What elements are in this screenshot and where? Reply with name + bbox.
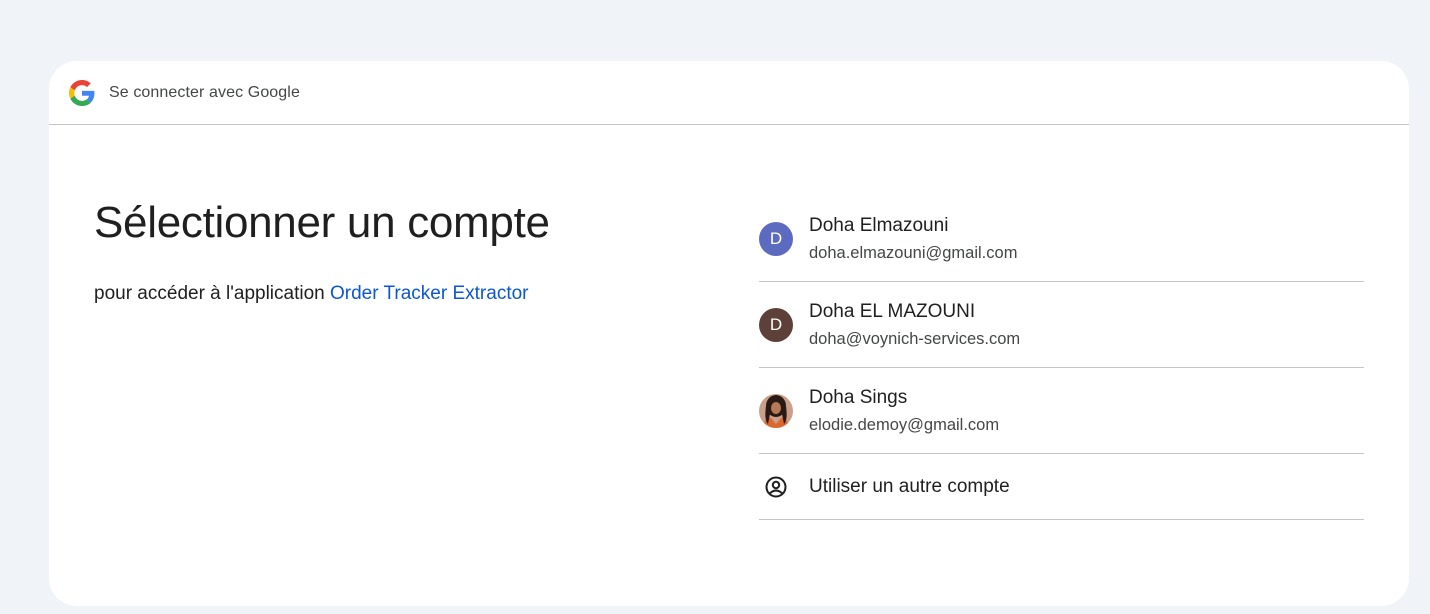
avatar-photo [759,393,793,428]
account-item[interactable]: Doha Sings elodie.demoy@gmail.com [759,368,1364,454]
account-name: Doha EL MAZOUNI [809,301,976,322]
account-text: Utiliser un autre compte [809,475,1010,499]
account-item[interactable]: D Doha Elmazouni doha.elmazouni@gmail.co… [759,196,1364,282]
account-email: doha.elmazouni@gmail.com [809,244,1018,262]
account-name: Doha Sings [809,387,908,408]
subtitle: pour accéder à l'application Order Track… [94,283,654,305]
account-email: doha@voynich-services.com [809,330,1021,348]
account-list: D Doha Elmazouni doha.elmazouni@gmail.co… [759,196,1364,520]
avatar: D [759,307,793,342]
avatar: D [759,221,793,256]
intro-section: Sélectionner un compte pour accéder à l'… [94,197,654,305]
app-name-link[interactable]: Order Tracker Extractor [330,283,529,304]
sign-in-card: Se connecter avec Google Sélectionner un… [49,61,1409,606]
account-email: elodie.demoy@gmail.com [809,416,1000,434]
account-text: Doha Elmazouni doha.elmazouni@gmail.com [809,214,1017,263]
use-another-account-label: Utiliser un autre compte [809,475,1010,497]
card-header: Se connecter avec Google [49,61,1409,125]
use-another-account-button[interactable]: Utiliser un autre compte [759,454,1364,520]
subtitle-prefix: pour accéder à l'application [94,283,330,304]
avatar-letter: D [769,228,783,248]
avatar-letter: D [769,314,783,334]
account-item[interactable]: D Doha EL MAZOUNI doha@voynich-services.… [759,282,1364,368]
google-g-logo-icon [69,79,95,106]
account-text: Doha EL MAZOUNI doha@voynich-services.co… [809,300,1020,349]
account-name: Doha Elmazouni [809,215,949,236]
header-title: Se connecter avec Google [109,83,300,101]
account-circle-icon [759,470,793,504]
account-text: Doha Sings elodie.demoy@gmail.com [809,386,999,435]
page-title: Sélectionner un compte [94,198,550,247]
